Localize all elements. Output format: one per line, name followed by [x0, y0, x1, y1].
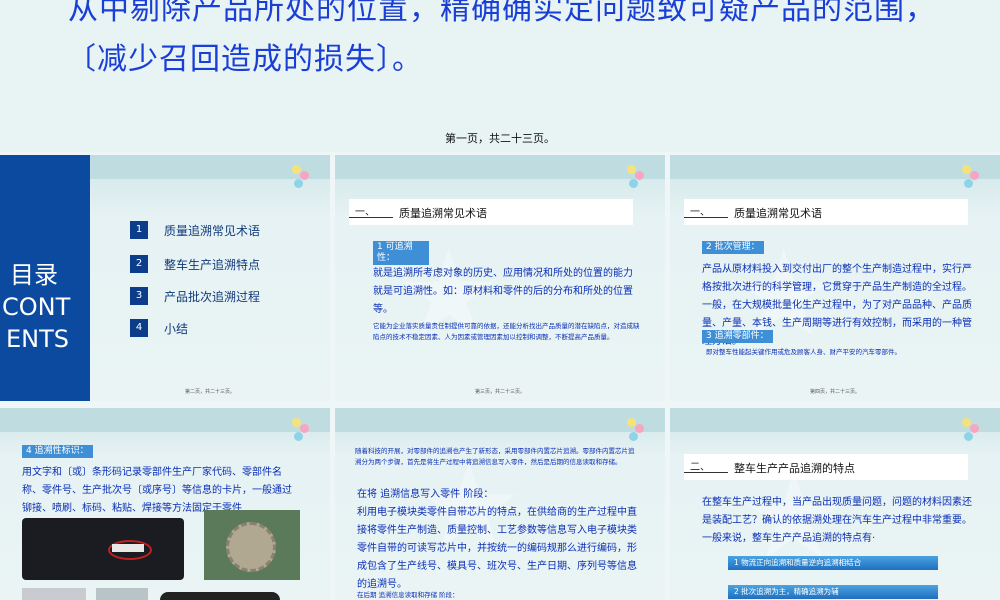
characteristics-body: 在整车生产过程中，当产品出现质量问题，问题的材料因素还是装配工艺？确认的依据溯处… — [702, 497, 972, 544]
slide-thumbnail-terms-1[interactable]: ★ 一、 质量追溯常见术语 1 可追溯性： 就是追溯所考虑对象的历史、应用情况和… — [335, 155, 665, 401]
term-tag: 4 追溯性标识： — [22, 445, 93, 458]
chip-intro: 随着科技的开展，对零部件的追溯也产生了新形态，采用零部件内置芯片追溯。零部件内置… — [355, 447, 635, 466]
decor-dots-icon — [292, 418, 310, 448]
part-photo-shaft — [22, 518, 184, 580]
section-title: 整车生产产品追溯的特点 — [734, 462, 855, 475]
part-photo — [22, 588, 86, 600]
section-number: 一、 — [355, 207, 375, 218]
slide-band — [0, 408, 330, 432]
toc-number: 4 — [130, 319, 148, 337]
toc-number: 1 — [130, 221, 148, 239]
slide-footer: 第二页，共二十三页。 — [184, 389, 235, 395]
slide-band — [335, 155, 665, 179]
chip-body: 利用电子模块类零件自带芯片的特点，在供给商的生产过程中直接将零件生产制造、质量控… — [357, 507, 637, 590]
slide-thumbnail-characteristics[interactable]: ★ 二、 整车生产产品追溯的特点 在整车生产过程中，当产品出现质量问题，问题的材… — [670, 408, 1000, 600]
top-slide-fragment: 从中剔除产品所处的位置，精确确实定问题致可疑产品的范围， 〔减少召回造成的损失〕… — [0, 0, 1000, 152]
section-header: 一、 质量追溯常见术语 — [684, 199, 968, 225]
slide-footer: 第四页，共二十三页。 — [809, 389, 860, 395]
slide-band — [335, 408, 665, 432]
feature-pill-2: 2 批次追溯为主，精确追溯为辅 — [728, 585, 938, 599]
slide-thumbnail-toc[interactable]: 目录 CONT ENTS 1 质量追溯常见术语 2 整车生产追溯特点 3 产品批… — [0, 155, 330, 401]
toc-number: 3 — [130, 287, 148, 305]
toc-item-2[interactable]: 整车生产追溯特点 — [164, 256, 260, 273]
slide-thumbnail-chips[interactable]: ★ 随着科技的开展，对零部件的追溯也产生了新形态，采用零部件内置芯片追溯。零部件… — [335, 408, 665, 600]
section-number: 一、 — [690, 207, 710, 218]
section-title: 质量追溯常见术语 — [399, 207, 487, 220]
section-header: 一、 质量追溯常见术语 — [349, 199, 633, 225]
term-tag: 1 可追溯性： — [373, 241, 429, 265]
chip-footnote: 在后期 追溯信息读取和存储 阶段： — [357, 591, 459, 599]
part-photo-gear — [204, 510, 300, 580]
slide-thumbnail-terms-2[interactable]: ★ 一、 质量追溯常见术语 2 批次管理： 产品从原材料投入到交付出厂的整个生产… — [670, 155, 1000, 401]
slide-band — [670, 408, 1000, 432]
toc-item-1[interactable]: 质量追溯常见术语 — [164, 222, 260, 239]
part-photo — [160, 592, 280, 600]
header-rule — [684, 217, 728, 218]
toc-title-line: CONT — [2, 293, 71, 321]
slide-thumbnail-labels[interactable]: 4 追溯性标识： 用文字和〔或〕条形码记录零部件生产厂家代码、零部件名称、零件号… — [0, 408, 330, 600]
toc-item-4[interactable]: 小结 — [164, 320, 188, 337]
feature-pill-1: 1 物流正向追溯和质量逆向追溯相结合 — [728, 556, 938, 570]
toc-item-3[interactable]: 产品批次追溯过程 — [164, 288, 260, 305]
header-rule — [349, 217, 393, 218]
toc-title-line: ENTS — [6, 325, 70, 353]
slide-footer: 第三页，共二十三页。 — [474, 389, 525, 395]
decor-dots-icon — [627, 165, 645, 195]
term-tag: 3 追溯零部件： — [702, 330, 773, 343]
term-tag: 2 批次管理： — [702, 241, 764, 254]
section-header: 二、 整车生产产品追溯的特点 — [684, 454, 968, 480]
section-number: 二、 — [690, 462, 710, 473]
page-indicator: 第一页，共二十三页。 — [445, 132, 555, 145]
term-note: 它能为企业落实质量责任制提供可靠的依据，还能分析找出产品质量的潜在缺陷点，对造成… — [373, 322, 640, 341]
top-text-line-2: 〔减少召回造成的损失〕。 — [66, 42, 423, 77]
toc-title-line: 目录 — [10, 261, 58, 289]
decor-dots-icon — [627, 418, 645, 448]
toc-title: 目录 CONT ENTS — [2, 259, 86, 355]
toc-number: 2 — [130, 255, 148, 273]
slide-band — [670, 155, 1000, 179]
term-body: 就是追溯所考虑对象的历史、应用情况和所处的位置的能力就是可追溯性。如：原材料和零… — [373, 268, 633, 315]
decor-dots-icon — [292, 165, 310, 195]
header-rule — [684, 472, 728, 473]
section-title: 质量追溯常见术语 — [734, 207, 822, 220]
term-note: 即对整车性能起关键作用或危及顾客人身、财产平安的汽车零部件。 — [706, 348, 901, 356]
part-photo — [96, 588, 148, 600]
decor-dots-icon — [962, 418, 980, 448]
chip-subtitle: 在将 追溯信息写入零件 阶段： — [357, 489, 494, 500]
top-text-line-1: 从中剔除产品所处的位置，精确确实定问题致可疑产品的范围， — [68, 0, 936, 27]
decor-dots-icon — [962, 165, 980, 195]
